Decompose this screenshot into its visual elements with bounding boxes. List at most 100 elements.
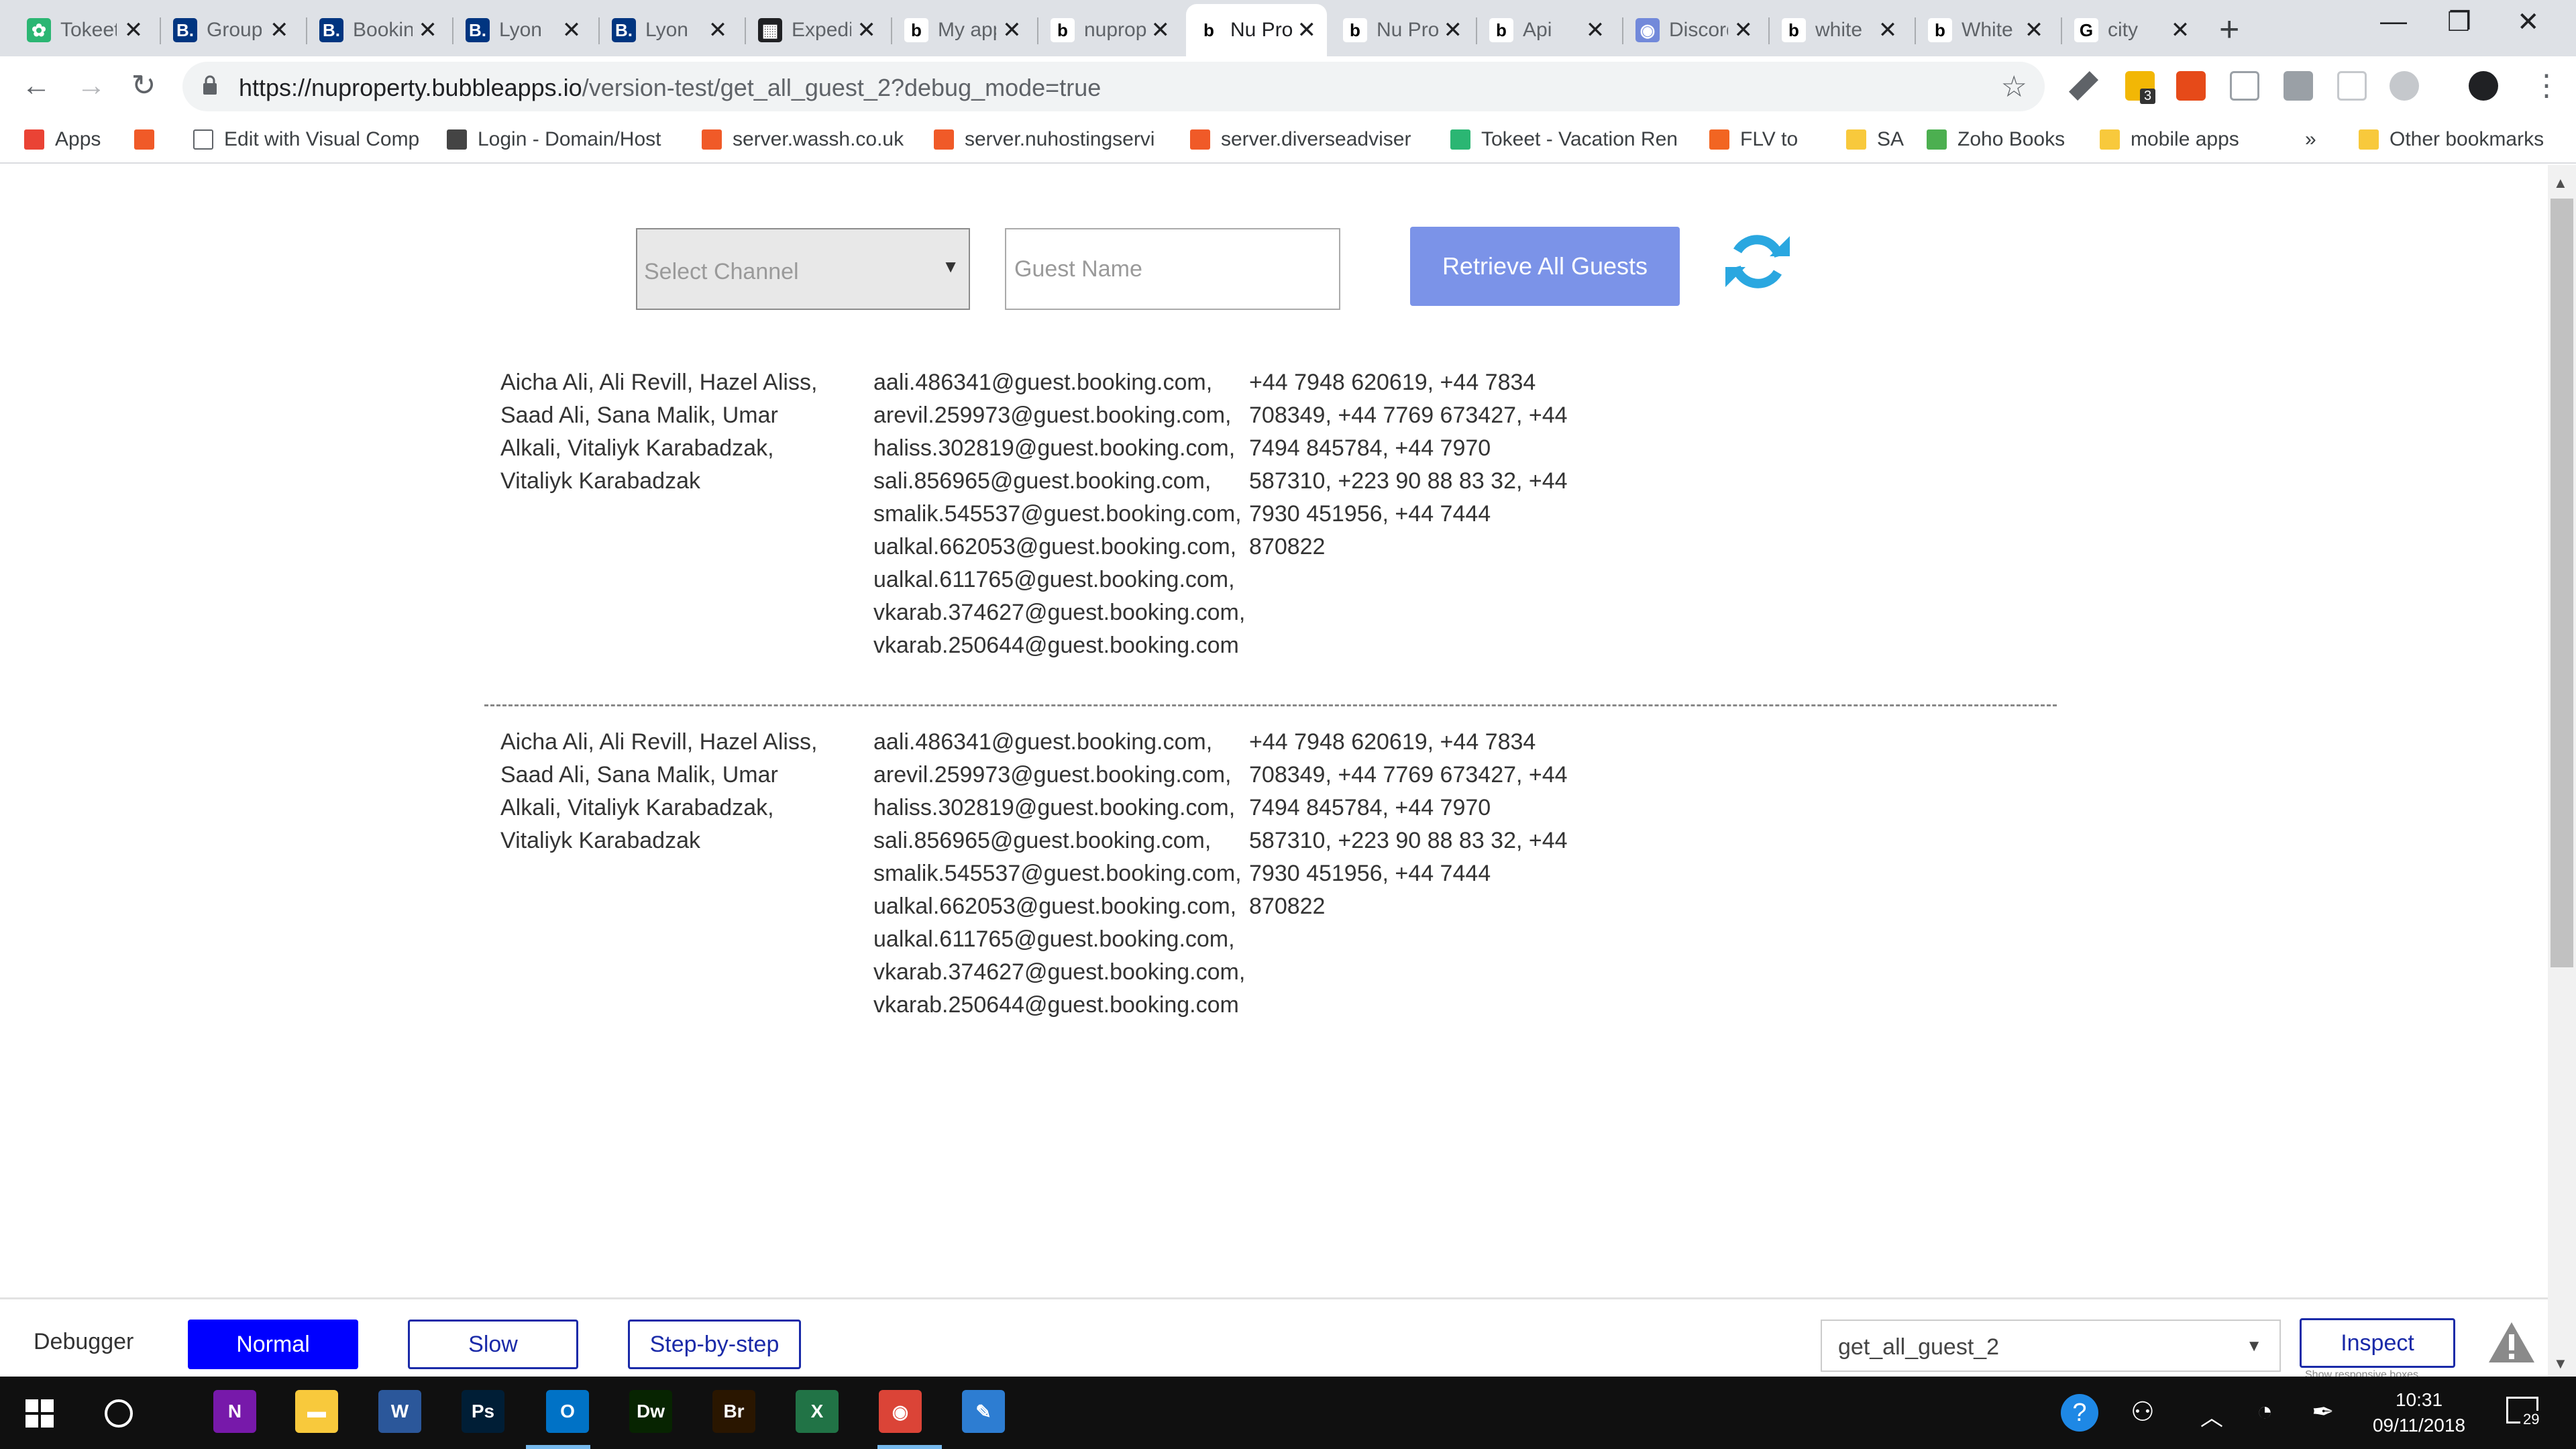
bookmark-item[interactable]: Edit with Visual Comp — [193, 126, 419, 153]
photoshop-app-icon[interactable]: Ps — [462, 1390, 504, 1433]
debug-mode-step-button[interactable]: Step-by-step — [628, 1320, 801, 1369]
camera-extension-icon[interactable] — [2284, 71, 2313, 101]
minimize-window-icon[interactable]: — — [2380, 7, 2407, 37]
close-tab-icon[interactable]: ✕ — [1297, 17, 1317, 44]
dreamweaver-app-icon[interactable]: Dw — [629, 1390, 672, 1433]
address-bar[interactable]: https://nuproperty.bubbleapps.io/version… — [182, 62, 2045, 111]
pocket-extension-icon[interactable] — [2337, 71, 2367, 101]
bookmark-item[interactable]: SA — [1846, 126, 1904, 153]
scroll-down-arrow-icon[interactable]: ▼ — [2553, 1355, 2568, 1373]
browser-tab[interactable]: ▦ Expedia✕ — [747, 4, 888, 56]
bookmark-item[interactable]: server.nuhostingservi — [934, 126, 1155, 153]
close-tab-icon[interactable]: ✕ — [1000, 17, 1024, 44]
scrollbar-thumb[interactable] — [2551, 199, 2573, 967]
cortana-search-icon[interactable] — [105, 1399, 133, 1428]
people-icon[interactable]: ⚇ — [2131, 1397, 2155, 1428]
bookmark-item[interactable]: server.diverseadviser — [1190, 126, 1411, 153]
close-tab-icon[interactable]: ✕ — [2021, 17, 2047, 44]
excel-app-icon[interactable]: X — [796, 1390, 839, 1433]
chrome-app-icon[interactable]: ◉ — [879, 1390, 922, 1433]
bookmark-item[interactable]: Tokeet - Vacation Ren — [1450, 126, 1678, 153]
close-tab-icon[interactable]: ✕ — [121, 17, 146, 44]
warning-icon[interactable] — [2487, 1320, 2536, 1365]
bookmark-item[interactable]: Apps — [24, 126, 101, 153]
close-tab-icon[interactable]: ✕ — [1582, 17, 1609, 44]
close-tab-icon[interactable]: ✕ — [2167, 17, 2194, 44]
wifi-icon[interactable]: ◔ — [2257, 1397, 2273, 1427]
bookmark-star-icon[interactable]: ☆ — [2001, 70, 2027, 104]
windows-start-icon[interactable] — [25, 1399, 54, 1428]
sticky-notes-extension-icon[interactable]: 3 — [2125, 71, 2156, 104]
browser-tab[interactable]: b Nu Property✕ — [1332, 4, 1473, 56]
profile-avatar-icon[interactable] — [2469, 71, 2498, 101]
browser-tab[interactable]: B. Lyon ✕ — [601, 4, 742, 56]
file-explorer-app-icon[interactable]: ▬ — [295, 1390, 338, 1433]
close-tab-icon[interactable]: ✕ — [1732, 17, 1755, 44]
bookmark-item[interactable] — [134, 126, 165, 153]
browser-tab[interactable]: B. Group ✕ — [162, 4, 303, 56]
new-tab-plus-icon[interactable]: + — [2219, 9, 2239, 50]
close-tab-icon[interactable]: ✕ — [1874, 17, 1901, 44]
element-select[interactable]: get_all_guest_2 ▼ — [1821, 1320, 2281, 1372]
browser-tab[interactable]: b My app✕ — [894, 4, 1034, 56]
paint-app-icon[interactable]: ✎ — [962, 1390, 1005, 1433]
back-arrow-icon[interactable]: ← — [17, 67, 55, 105]
bookmark-item[interactable]: FLV to — [1709, 126, 1798, 153]
browser-tab[interactable]: b Api ✕ — [1479, 4, 1619, 56]
bookmark-item[interactable]: mobile apps — [2100, 126, 2239, 153]
vertical-scrollbar[interactable]: ▲ ▼ — [2548, 165, 2576, 1377]
guest-name-input[interactable] — [1005, 228, 1340, 310]
chevron-up-icon[interactable]: ︿ — [2200, 1399, 2223, 1432]
restore-window-icon[interactable]: ❐ — [2447, 7, 2471, 38]
circle-extension-icon[interactable] — [2390, 71, 2419, 101]
close-tab-icon[interactable]: ✕ — [417, 17, 439, 44]
browser-tab[interactable]: Gcity ✕ — [2063, 4, 2204, 56]
bookmark-item[interactable]: server.wassh.co.uk — [702, 126, 904, 153]
bridge-app-icon[interactable]: Br — [712, 1390, 755, 1433]
channel-select[interactable]: Select Channel ▼ — [636, 228, 970, 310]
refresh-icon[interactable] — [1723, 227, 1792, 297]
close-tab-icon[interactable]: ✕ — [1151, 17, 1171, 44]
eyedropper-extension-icon[interactable] — [2069, 71, 2098, 101]
close-tab-icon[interactable]: ✕ — [1444, 17, 1463, 44]
word-app-icon[interactable]: W — [378, 1390, 421, 1433]
browser-tab[interactable]: ◉ Discord✕ — [1625, 4, 1766, 56]
bookmark-label: Apps — [55, 128, 101, 150]
browser-tab[interactable]: B. Lyon ✕ — [455, 4, 596, 56]
inspect-button[interactable]: Inspect — [2300, 1318, 2455, 1368]
close-window-icon[interactable]: ✕ — [2517, 7, 2540, 38]
onenote-app-icon[interactable]: N — [213, 1390, 256, 1433]
bookmark-item[interactable]: Zoho Books — [1927, 126, 2065, 153]
browser-tab[interactable]: ✿ Tokeet ✕ — [16, 4, 157, 56]
debug-mode-slow-button[interactable]: Slow — [408, 1320, 578, 1369]
browser-tab[interactable]: b Nu Property✕ — [1186, 4, 1327, 56]
close-tab-icon[interactable]: ✕ — [558, 17, 585, 44]
scroll-up-arrow-icon[interactable]: ▲ — [2553, 174, 2568, 192]
retrieve-all-guests-button[interactable]: Retrieve All Guests — [1410, 227, 1680, 306]
tab-title: Discord — [1669, 19, 1728, 41]
browser-tab[interactable]: b nuproperty✕ — [1040, 4, 1181, 56]
reload-icon[interactable]: ↻ — [125, 67, 162, 105]
notifications-icon[interactable]: 29 — [2506, 1397, 2542, 1428]
bookmark-item[interactable]: Login - Domain/Host — [447, 126, 661, 153]
help-icon[interactable]: ? — [2061, 1394, 2098, 1432]
puzzle-extension-icon[interactable] — [2230, 71, 2259, 101]
bookmarks-overflow-chevron-icon[interactable]: » — [2305, 126, 2316, 153]
other-bookmarks[interactable]: Other bookmarks — [2359, 126, 2544, 153]
close-tab-icon[interactable]: ✕ — [855, 17, 877, 44]
browser-tab[interactable]: b White ✕ — [1917, 4, 2058, 56]
system-clock[interactable]: 10:31 09/11/2018 — [2365, 1387, 2473, 1438]
forward-arrow-icon[interactable]: → — [72, 67, 110, 105]
guest-emails-line: arevil.259973@guest.booking.com, — [873, 402, 1232, 428]
guest-names-line: Saad Ali, Sana Malik, Umar — [500, 402, 778, 428]
close-tab-icon[interactable]: ✕ — [704, 17, 731, 44]
pen-icon[interactable]: ✒ — [2312, 1397, 2334, 1428]
office-extension-icon[interactable] — [2176, 71, 2206, 101]
browser-tab[interactable]: B. Booking✕ — [309, 4, 449, 56]
close-tab-icon[interactable]: ✕ — [266, 17, 292, 44]
chrome-menu-icon[interactable]: ⋮ — [2532, 68, 2561, 103]
outlook-app-icon[interactable]: O — [546, 1390, 589, 1433]
debug-mode-normal-button[interactable]: Normal — [188, 1320, 358, 1369]
tab-favicon-icon: b — [1197, 18, 1221, 42]
browser-tab[interactable]: b white ✕ — [1771, 4, 1912, 56]
